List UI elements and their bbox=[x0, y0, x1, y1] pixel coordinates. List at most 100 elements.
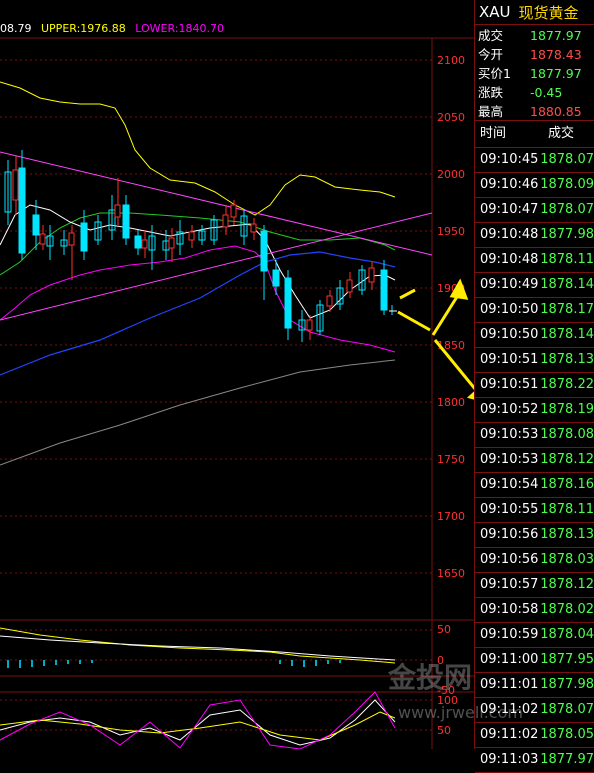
trade-price: 1878.03 bbox=[540, 552, 594, 567]
trade-time: 09:10:46 bbox=[480, 177, 539, 192]
trades-header: 时间 成交 bbox=[475, 121, 594, 148]
trade-price: 1878.02 bbox=[540, 602, 594, 617]
trade-row: 09:10:48 1877.98 bbox=[475, 223, 594, 248]
macd-dea-line bbox=[0, 635, 396, 661]
trade-row: 09:11:02 1878.05 bbox=[475, 723, 594, 748]
trade-row: 09:11:00 1877.95 bbox=[475, 648, 594, 673]
trade-time: 09:11:01 bbox=[480, 677, 539, 692]
trade-row: 09:10:45 1878.07 bbox=[475, 148, 594, 173]
trade-time: 09:10:51 bbox=[480, 377, 539, 392]
ma-gray-line bbox=[0, 359, 396, 466]
trade-price: 1877.97 bbox=[540, 752, 594, 767]
trade-price: 1878.12 bbox=[540, 452, 594, 467]
quote-row: 成交 1877.97 bbox=[475, 26, 594, 45]
quote-label: 买价1 bbox=[478, 66, 511, 81]
trade-row: 09:10:50 1878.14 bbox=[475, 323, 594, 348]
quote-value: 1877.97 bbox=[530, 66, 582, 81]
trades-header-price: 成交 bbox=[548, 126, 575, 141]
macd-dif-line bbox=[0, 627, 396, 664]
trade-price: 1878.08 bbox=[540, 427, 594, 442]
trade-time: 09:10:45 bbox=[480, 152, 539, 167]
indicator-bar: 08.79 UPPER:1976.88 LOWER:1840.70 bbox=[0, 22, 224, 35]
trade-time: 09:11:02 bbox=[480, 702, 539, 717]
price-tick: 1950 bbox=[437, 225, 465, 238]
quote-label: 今开 bbox=[478, 47, 504, 62]
trade-row: 09:10:47 1878.07 bbox=[475, 198, 594, 223]
trade-time: 09:10:47 bbox=[480, 202, 539, 217]
trade-price: 1878.07 bbox=[540, 152, 594, 167]
trade-time: 09:11:03 bbox=[480, 752, 539, 767]
trade-time: 09:10:48 bbox=[480, 252, 539, 267]
trade-price: 1878.07 bbox=[540, 702, 594, 717]
trade-row: 09:10:51 1878.22 bbox=[475, 373, 594, 398]
quote-value: 1878.43 bbox=[530, 47, 582, 62]
trade-price: 1878.05 bbox=[540, 727, 594, 742]
trade-row: 09:10:57 1878.12 bbox=[475, 573, 594, 598]
price-tick: 2050 bbox=[437, 111, 465, 124]
trade-time: 09:10:57 bbox=[480, 577, 539, 592]
trade-price: 1878.09 bbox=[540, 177, 594, 192]
trade-price: 1878.14 bbox=[540, 277, 594, 292]
trade-time: 09:10:58 bbox=[480, 602, 539, 617]
macd-tick: 50 bbox=[437, 623, 451, 636]
trade-row: 09:10:51 1878.13 bbox=[475, 348, 594, 373]
trade-row: 09:10:48 1878.11 bbox=[475, 248, 594, 273]
quote-value: 1880.85 bbox=[530, 104, 582, 119]
symbol-header: XAU 现货黄金 bbox=[475, 0, 594, 25]
trade-time: 09:10:56 bbox=[480, 552, 539, 567]
trade-time: 09:10:54 bbox=[480, 477, 539, 492]
trade-row: 09:10:50 1878.17 bbox=[475, 298, 594, 323]
trade-row: 09:10:56 1878.03 bbox=[475, 548, 594, 573]
ma-blue-line bbox=[0, 251, 396, 376]
indicator-lower: LOWER:1840.70 bbox=[135, 22, 225, 35]
trade-row: 09:10:46 1878.09 bbox=[475, 173, 594, 198]
quote-label: 成交 bbox=[478, 28, 504, 43]
ma-white-line bbox=[0, 204, 396, 319]
trade-time: 09:10:49 bbox=[480, 277, 539, 292]
trade-row: 09:10:49 1878.14 bbox=[475, 273, 594, 298]
trade-price: 1878.13 bbox=[540, 527, 594, 542]
trade-price: 1878.19 bbox=[540, 402, 594, 417]
trade-time: 09:10:50 bbox=[480, 302, 539, 317]
indicator-mid: 08.79 bbox=[0, 22, 32, 35]
trade-row: 09:11:02 1878.07 bbox=[475, 698, 594, 723]
price-chart[interactable]: 2100 2050 2000 1950 1900 1850 1800 1750 … bbox=[0, 0, 474, 749]
trade-price: 1877.98 bbox=[540, 227, 594, 242]
trade-row: 09:10:53 1878.08 bbox=[475, 423, 594, 448]
kdj-tick: 50 bbox=[437, 724, 451, 737]
price-tick: 2100 bbox=[437, 54, 465, 67]
trade-row: 09:10:53 1878.12 bbox=[475, 448, 594, 473]
trade-price: 1878.13 bbox=[540, 352, 594, 367]
price-tick: 1650 bbox=[437, 567, 465, 580]
trade-price: 1878.17 bbox=[540, 302, 594, 317]
trade-price: 1878.04 bbox=[540, 627, 594, 642]
watermark-logo: 金投网 bbox=[388, 661, 473, 694]
indicator-upper: UPPER:1976.88 bbox=[41, 22, 126, 35]
trade-time: 09:10:53 bbox=[480, 427, 539, 442]
quote-value: -0.45 bbox=[530, 85, 563, 100]
symbol-code: XAU bbox=[479, 3, 511, 21]
quote-label: 涨跌 bbox=[478, 85, 504, 100]
quote-panel: XAU 现货黄金 成交 1877.97 今开 1878.43 买价1 1877.97 涨跌 -… bbox=[474, 0, 594, 773]
trade-time: 09:10:50 bbox=[480, 327, 539, 342]
trade-price: 1878.14 bbox=[540, 327, 594, 342]
trades-header-time: 时间 bbox=[480, 126, 507, 141]
price-tick: 2000 bbox=[437, 168, 465, 181]
arrow-annotations bbox=[397, 278, 474, 400]
trade-row: 09:11:01 1877.98 bbox=[475, 673, 594, 698]
trades-list[interactable]: 09:10:45 1878.07 09:10:46 1878.09 09:10:47 18… bbox=[475, 148, 594, 773]
trade-row: 09:11:03 1877.97 bbox=[475, 748, 594, 773]
trade-time: 09:10:53 bbox=[480, 452, 539, 467]
quote-row: 今开 1878.43 bbox=[475, 45, 594, 64]
trade-price: 1878.11 bbox=[540, 502, 594, 517]
quote-value: 1877.97 bbox=[530, 28, 582, 43]
price-tick: 1750 bbox=[437, 453, 465, 466]
trendline-lower bbox=[0, 212, 433, 321]
kdj-j-line bbox=[0, 691, 396, 749]
symbol-name: 现货黄金 bbox=[518, 3, 579, 22]
trade-row: 09:10:55 1878.11 bbox=[475, 498, 594, 523]
boll-upper-line bbox=[0, 81, 396, 216]
trade-price: 1877.95 bbox=[540, 652, 594, 667]
quote-row: 买价1 1877.97 bbox=[475, 64, 594, 83]
trade-row: 09:10:52 1878.19 bbox=[475, 398, 594, 423]
